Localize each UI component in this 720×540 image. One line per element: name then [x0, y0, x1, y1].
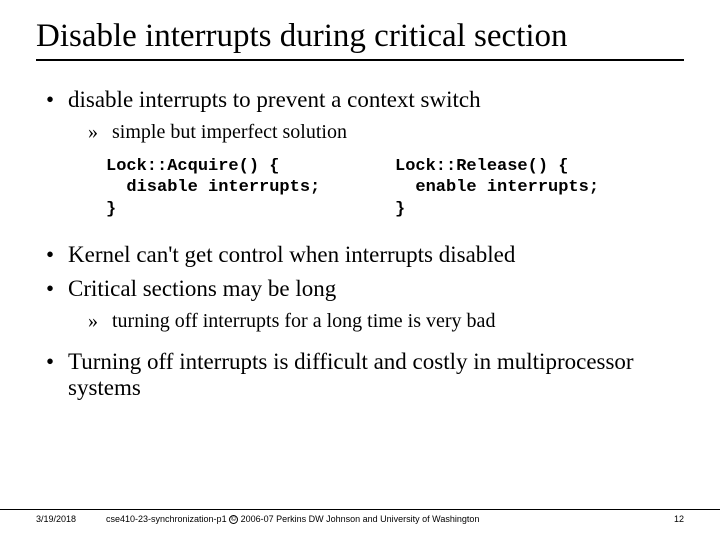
- copyright-icon: ©: [229, 515, 238, 524]
- bullet-item: • Kernel can't get control when interrup…: [46, 242, 684, 268]
- raquo-icon: »: [88, 310, 112, 333]
- bullet-item: • Turning off interrupts is difficult an…: [46, 349, 684, 401]
- spacer: [36, 339, 684, 349]
- bullet-icon: •: [46, 349, 68, 401]
- raquo-icon: »: [88, 121, 112, 144]
- bullet-text: disable interrupts to prevent a context …: [68, 87, 481, 113]
- slide: Disable interrupts during critical secti…: [0, 0, 720, 540]
- footer-center: cse410-23-synchronization-p1 © 2006-07 P…: [96, 514, 654, 524]
- footer-inner: 3/19/2018 cse410-23-synchronization-p1 ©…: [36, 510, 684, 524]
- bullet-item: • Critical sections may be long: [46, 276, 684, 302]
- bullet-text: turning off interrupts for a long time i…: [112, 310, 495, 333]
- sub-bullet-item: » simple but imperfect solution: [88, 121, 684, 144]
- bullet-text: Kernel can't get control when interrupts…: [68, 242, 515, 268]
- bullet-icon: •: [46, 87, 68, 113]
- slide-title: Disable interrupts during critical secti…: [36, 18, 684, 61]
- bullet-text: Critical sections may be long: [68, 276, 336, 302]
- footer-file: cse410-23-synchronization-p1: [106, 514, 229, 524]
- bullet-text: simple but imperfect solution: [112, 121, 347, 144]
- footer-attrib: 2006-07 Perkins DW Johnson and Universit…: [238, 514, 479, 524]
- code-release: Lock::Release() { enable interrupts; }: [395, 156, 684, 220]
- bullet-item: • disable interrupts to prevent a contex…: [46, 87, 684, 113]
- footer: 3/19/2018 cse410-23-synchronization-p1 ©…: [0, 509, 720, 524]
- footer-date: 3/19/2018: [36, 514, 96, 524]
- code-acquire: Lock::Acquire() { disable interrupts; }: [106, 156, 395, 220]
- bullet-text: Turning off interrupts is difficult and …: [68, 349, 684, 401]
- code-block: Lock::Acquire() { disable interrupts; } …: [106, 156, 684, 220]
- page-number: 12: [654, 514, 684, 524]
- bullet-icon: •: [46, 242, 68, 268]
- sub-bullet-item: » turning off interrupts for a long time…: [88, 310, 684, 333]
- bullet-icon: •: [46, 276, 68, 302]
